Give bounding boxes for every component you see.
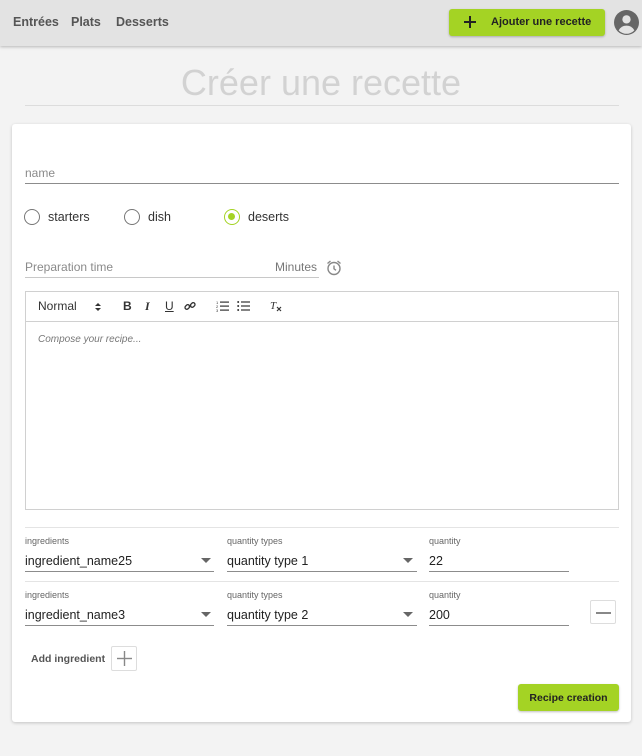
quantity-input[interactable]: 200 — [429, 608, 450, 622]
radio-deserts-label: deserts — [248, 210, 289, 224]
chevron-down-icon[interactable] — [403, 612, 413, 617]
radio-starters-label: starters — [48, 210, 90, 224]
quantity-label: quantity — [429, 590, 461, 600]
ingredient-select-label: ingredients — [25, 590, 70, 600]
underline-icon[interactable]: U — [165, 299, 174, 313]
name-field-label: name — [25, 166, 56, 180]
plus-icon — [117, 651, 132, 666]
nav-link-entrees[interactable]: Entrées — [13, 15, 59, 29]
svg-text:T: T — [270, 300, 277, 312]
add-recipe-button[interactable]: Ajouter une recette — [449, 9, 605, 36]
top-navbar: Entrées Plats Desserts Ajouter une recet… — [0, 0, 642, 46]
ingredient-row-divider — [25, 527, 619, 528]
quantity-type-select[interactable] — [227, 571, 417, 572]
plus-icon — [464, 16, 476, 28]
title-divider — [25, 105, 619, 106]
quantity-input[interactable]: 22 — [429, 554, 443, 568]
quantity-type-label: quantity types — [227, 536, 283, 546]
add-recipe-label: Ajouter une recette — [491, 16, 592, 28]
nav-link-desserts[interactable]: Desserts — [116, 15, 169, 29]
ingredient-row-divider — [25, 581, 619, 582]
bullet-list-icon[interactable] — [237, 300, 250, 312]
prep-time-label: Preparation time — [25, 260, 114, 274]
radio-dish[interactable] — [124, 209, 140, 225]
minus-icon — [596, 612, 611, 614]
chevron-down-icon[interactable] — [201, 612, 211, 617]
link-icon[interactable] — [184, 300, 196, 312]
recipe-creation-label: Recipe creation — [529, 692, 608, 704]
quantity-type-value[interactable]: quantity type 1 — [227, 554, 308, 568]
quantity-type-label: quantity types — [227, 590, 283, 600]
page-title: Créer une recette — [180, 62, 462, 103]
italic-icon[interactable]: I — [145, 299, 150, 314]
name-input[interactable] — [25, 183, 619, 184]
radio-starters[interactable] — [24, 209, 40, 225]
chevron-down-icon[interactable] — [201, 558, 211, 563]
format-select[interactable]: Normal — [38, 299, 77, 313]
quantity-type-value[interactable]: quantity type 2 — [227, 608, 308, 622]
svg-text:3: 3 — [216, 308, 219, 312]
ingredient-select[interactable] — [25, 571, 214, 572]
account-icon[interactable] — [614, 10, 639, 35]
editor-placeholder[interactable]: Compose your recipe... — [38, 334, 141, 345]
alarm-clock-icon[interactable] — [326, 259, 342, 276]
chevron-down-icon[interactable] — [403, 558, 413, 563]
quantity-input-line[interactable] — [429, 625, 569, 626]
radio-deserts[interactable] — [224, 209, 240, 225]
radio-dish-label: dish — [148, 210, 171, 224]
prep-time-input[interactable] — [25, 277, 319, 278]
recipe-editor: Normal B I U 1 2 3 T Compose your recipe… — [25, 291, 619, 510]
ordered-list-icon[interactable]: 1 2 3 — [216, 300, 229, 312]
prep-time-unit: Minutes — [275, 260, 318, 274]
quantity-type-select[interactable] — [227, 625, 417, 626]
ingredient-select[interactable] — [25, 625, 214, 626]
remove-ingredient-button[interactable] — [590, 600, 616, 624]
clear-format-icon[interactable]: T — [270, 299, 283, 313]
ingredient-select-value[interactable]: ingredient_name25 — [25, 554, 132, 568]
format-select-arrows-icon — [95, 303, 101, 311]
add-ingredient-label: Add ingredient — [31, 653, 106, 665]
add-ingredient-button[interactable] — [111, 646, 137, 671]
nav-link-plats[interactable]: Plats — [71, 15, 101, 29]
recipe-creation-button[interactable]: Recipe creation — [518, 684, 619, 711]
editor-toolbar: Normal B I U 1 2 3 T — [26, 292, 618, 322]
bold-icon[interactable]: B — [123, 299, 132, 313]
quantity-input-line[interactable] — [429, 571, 569, 572]
ingredient-select-label: ingredients — [25, 536, 70, 546]
quantity-label: quantity — [429, 536, 461, 546]
recipe-form-card: name starters dish deserts Preparation t… — [12, 124, 631, 722]
ingredient-select-value[interactable]: ingredient_name3 — [25, 608, 125, 622]
